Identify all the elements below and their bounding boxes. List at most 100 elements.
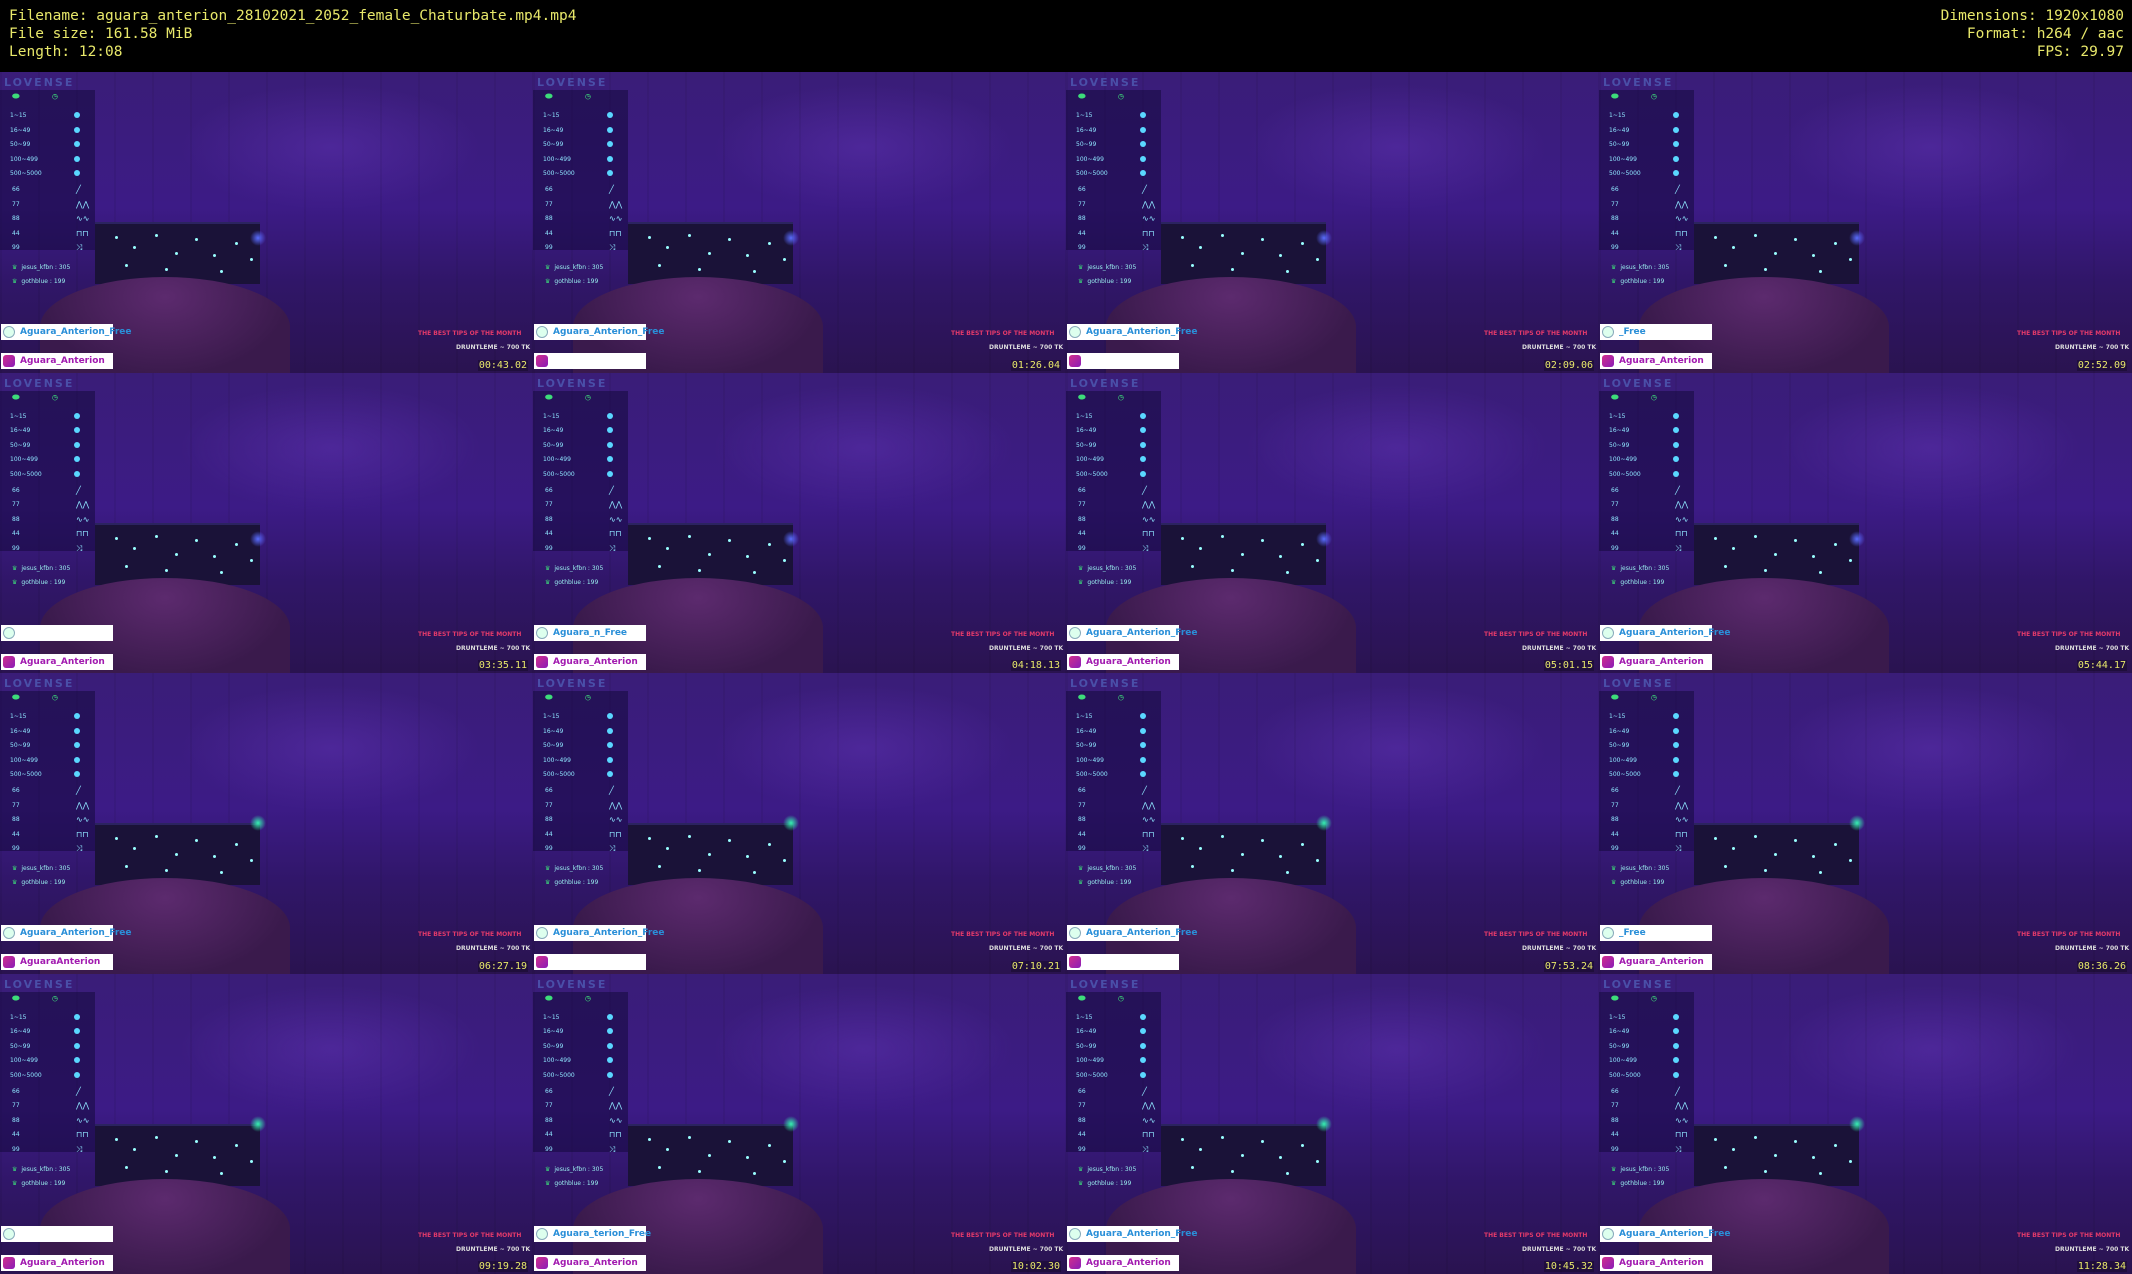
pattern-label: 88 (12, 1116, 20, 1124)
tip-tier: 16~49 (10, 427, 80, 434)
tip-menu-panel: ⬬ ◷ 1~15 16~49 50~99 100~499 500~5000 66 ╱ 77 ⋀⋀ 8… (1066, 991, 1161, 1187)
video-thumbnail[interactable]: LOVENSE ⬬ ◷ 1~15 16~49 50~99 100~499 500~5000… (1599, 673, 2132, 974)
tip-tier: 1~15 (10, 1013, 80, 1021)
light-dot (666, 847, 669, 850)
profile-icon (3, 927, 15, 939)
promo-text: THE BEST TIPS OF THE MONTH (951, 330, 1055, 337)
pattern-wave-icon: ⤨ (1142, 1144, 1149, 1154)
light-dot (195, 839, 198, 842)
light-dot (133, 847, 136, 850)
light-dot (658, 1165, 661, 1169)
video-thumbnail[interactable]: LOVENSE ⬬ ◷ 1~15 16~49 50~99 100~499 500~5000… (1599, 973, 2132, 1274)
pattern-wave-icon: ⤨ (609, 243, 616, 252)
video-thumbnail[interactable]: LOVENSE ⬬ ◷ 1~15 16~49 50~99 100~499 500~5000… (0, 372, 533, 673)
video-thumbnail[interactable]: LOVENSE ⬬ ◷ 1~15 16~49 50~99 100~499 500~5000… (1599, 372, 2132, 673)
light-dot (1301, 1143, 1304, 1147)
twitter-tag: Aguara_Anterion_Free (534, 925, 665, 941)
promo-text: THE BEST TIPS OF THE MONTH (1484, 931, 1588, 938)
tier-label: 100~499 (10, 756, 38, 764)
trophy-icon: ♛ (12, 1179, 18, 1187)
pattern-row: 66 ╱ (12, 1087, 81, 1096)
tier-label: 16~49 (1609, 427, 1630, 434)
headboard (628, 1123, 793, 1186)
light-dot (728, 538, 731, 542)
vibe-level-icon (1673, 742, 1679, 748)
light-dot (213, 855, 216, 858)
pattern-label: 66 (1611, 787, 1619, 794)
top-tipper-2: ♛ gothblue : 199 (12, 578, 66, 586)
light-dot (708, 1153, 711, 1157)
light-dot (1714, 1137, 1717, 1141)
pattern-label: 88 (545, 215, 553, 222)
video-thumbnail[interactable]: LOVENSE ⬬ ◷ 1~15 16~49 50~99 100~499 500~5000… (0, 673, 533, 974)
light-dot (1241, 853, 1244, 856)
video-thumbnail[interactable]: LOVENSE ⬬ ◷ 1~15 16~49 50~99 100~499 500~5000… (1066, 72, 1599, 373)
top-tipper-2: ♛ gothblue : 199 (1611, 879, 1665, 886)
pattern-wave-icon: ╱ (1142, 185, 1147, 194)
tier-label: 1~15 (1076, 713, 1093, 720)
tip-tier: 100~499 (10, 155, 80, 163)
promo-subtext: DRUNTLEME ~ 700 TK (1522, 1245, 1597, 1253)
light-dot (1764, 268, 1767, 271)
light-dot (115, 536, 118, 540)
light-dot (1221, 534, 1224, 538)
video-thumbnail[interactable]: LOVENSE ⬬ ◷ 1~15 16~49 50~99 100~499 500~5000… (1066, 372, 1599, 673)
pattern-wave-icon: ╱ (1675, 185, 1680, 194)
tip-menu-panel: ⬬ ◷ 1~15 16~49 50~99 100~499 500~5000 66 ╱ 77 ⋀⋀ 8… (0, 691, 95, 886)
pattern-label: 44 (545, 830, 553, 838)
pattern-row: 44 ⊓⊓ (545, 830, 621, 839)
pattern-label: 88 (1611, 515, 1619, 523)
video-thumbnail[interactable]: LOVENSE ⬬ ◷ 1~15 16~49 50~99 100~499 500~5000… (533, 673, 1066, 974)
toy-icon: ⬬ ◷ (1611, 693, 1657, 703)
video-thumbnail[interactable]: LOVENSE ⬬ ◷ 1~15 16~49 50~99 100~499 500~5000… (1066, 673, 1599, 974)
pattern-label: 44 (1611, 1131, 1619, 1138)
light-dot (1279, 554, 1282, 558)
profile-icon (1069, 1227, 1081, 1240)
light-dot (648, 1137, 651, 1141)
trophy-icon: ♛ (545, 278, 551, 285)
media-info: Dimensions: 1920x1080 Format: h264 / aac… (1941, 7, 2124, 61)
tier-label: 100~499 (1076, 155, 1104, 163)
pattern-wave-icon: ∿∿ (1142, 815, 1156, 824)
tip-tier: 50~99 (10, 742, 80, 749)
tip-tier: 500~5000 (1609, 771, 1679, 778)
pattern-wave-icon: ╱ (609, 485, 614, 495)
pattern-label: 44 (1078, 229, 1086, 237)
top-tipper-1: ♛ jesus_kfbn : 305 (12, 564, 71, 572)
video-thumbnail[interactable]: LOVENSE ⬬ ◷ 1~15 16~49 50~99 100~499 500~5000… (0, 72, 533, 373)
video-thumbnail[interactable]: LOVENSE ⬬ ◷ 1~15 16~49 50~99 100~499 500~5000… (1599, 72, 2132, 373)
video-thumbnail[interactable]: LOVENSE ⬬ ◷ 1~15 16~49 50~99 100~499 500~5000… (533, 372, 1066, 673)
light-dot (1714, 837, 1717, 840)
vibe-level-icon (74, 470, 80, 477)
video-thumbnail[interactable]: LOVENSE ⬬ ◷ 1~15 16~49 50~99 100~499 500~5000… (0, 973, 533, 1274)
light-dot (666, 246, 669, 249)
toy-icon: ⬬ ◷ (545, 92, 591, 102)
tier-label: 50~99 (10, 1042, 31, 1050)
vibe-level-icon (607, 470, 613, 477)
pattern-wave-icon: ⤨ (76, 543, 83, 553)
light-dot (250, 859, 253, 862)
pattern-label: 88 (1078, 515, 1086, 523)
tier-label: 16~49 (10, 126, 31, 134)
timestamp: 00:43.02 (477, 359, 528, 371)
video-thumbnail[interactable]: LOVENSE ⬬ ◷ 1~15 16~49 50~99 100~499 500~5000… (1066, 973, 1599, 1274)
pattern-wave-icon: ⋀⋀ (1142, 800, 1156, 810)
light-dot (1316, 558, 1319, 562)
instagram-tag: Aguara_Anterion (1, 1254, 113, 1271)
pattern-wave-icon: ∿∿ (76, 815, 90, 824)
tip-tier: 100~499 (1609, 155, 1679, 163)
pattern-wave-icon: ⋀⋀ (609, 800, 623, 810)
tier-label: 50~99 (1609, 742, 1630, 749)
video-thumbnail[interactable]: LOVENSE ⬬ ◷ 1~15 16~49 50~99 100~499 500~5000… (533, 973, 1066, 1274)
top-tipper-1: ♛ jesus_kfbn : 305 (12, 1165, 71, 1173)
vibe-level-icon (1140, 470, 1146, 477)
light-dot (1724, 1165, 1727, 1169)
light-dot (125, 1165, 128, 1169)
light-dot (1191, 564, 1194, 568)
light-dot (165, 568, 168, 572)
tier-label: 50~99 (1076, 141, 1097, 148)
video-thumbnail[interactable]: LOVENSE ⬬ ◷ 1~15 16~49 50~99 100~499 500~5000… (533, 72, 1066, 373)
vibe-level-icon (1673, 727, 1679, 734)
pattern-row: 77 ⋀⋀ (1078, 500, 1155, 509)
lovense-logo: LOVENSE (1070, 376, 1141, 390)
